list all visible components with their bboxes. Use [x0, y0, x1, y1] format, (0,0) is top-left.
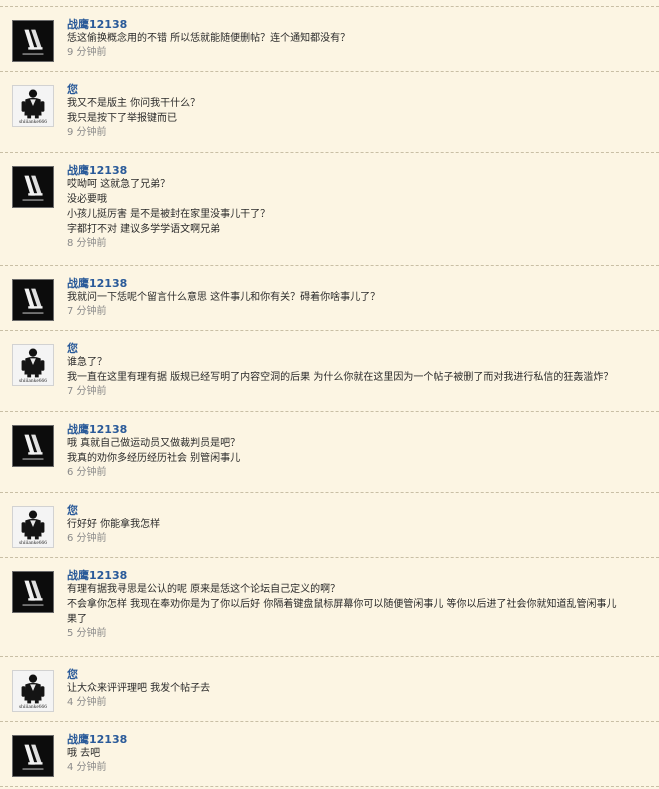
message-text-line: 没必要哦 — [67, 194, 107, 205]
message-text-line: 果了 — [67, 614, 87, 625]
message-body: 战鹰12138 哦 去吧 4 分钟前 — [67, 733, 659, 775]
suit-figure-avatar-icon[interactable]: shiiianke666 — [12, 670, 54, 712]
message-body: 战鹰12138 哎呦呵 这就急了兄弟？ 没必要哦小孩儿挺厉害 是不是被封在家里没事儿… — [67, 164, 659, 251]
message-text-line: 哦 去吧 — [67, 748, 101, 759]
lv-logo-avatar-icon[interactable] — [12, 735, 54, 777]
message-author[interactable]: 您 — [67, 668, 659, 681]
message-timestamp: 4 分钟前 — [67, 697, 107, 708]
lv-logo-avatar-icon[interactable] — [12, 166, 54, 208]
lv-logo-avatar-icon[interactable] — [12, 571, 54, 613]
message-separator — [0, 492, 659, 493]
message-timestamp: 4 分钟前 — [67, 762, 107, 773]
message-author[interactable]: 战鹰12138 — [67, 423, 659, 436]
message-text-line: 哦 真就自己做运动员又做裁判员是吧？ — [67, 438, 241, 449]
message-separator — [0, 786, 659, 787]
message-separator — [0, 557, 659, 558]
message-timestamp: 9 分钟前 — [67, 47, 107, 58]
avatar-caption: shiiianke666 — [18, 704, 48, 710]
message-author[interactable]: 战鹰12138 — [67, 569, 659, 582]
message-timestamp: 8 分钟前 — [67, 238, 107, 249]
avatar-caption: shiiianke666 — [18, 119, 48, 125]
lv-logo-avatar-icon[interactable] — [12, 425, 54, 467]
message-separator — [0, 411, 659, 412]
message-text-line: 我一直在这里有理有据 版规已经写明了内容空洞的后果 为什么你就在这里因为一个帖子… — [67, 372, 614, 383]
avatar-caption: shiiianke666 — [18, 378, 48, 384]
message-timestamp: 9 分钟前 — [67, 127, 107, 138]
message-body: 战鹰12138 哦 真就自己做运动员又做裁判员是吧？ 我真的劝你多经历经历社会 别管… — [67, 423, 659, 480]
message-text-line: 不会拿你怎样 我现在奉劝你是为了你以后好 你隔着键盘鼠标屏幕你可以随便管闲事儿 … — [67, 599, 617, 610]
message-body: 战鹰12138 有理有据我寻思是公认的呢 原来是恁这个论坛自己定义的啊？ 不会拿你怎… — [67, 569, 659, 641]
message-text-line: 谁急了？ — [67, 357, 107, 368]
message-text-line: 我真的劝你多经历经历社会 别管闲事儿 — [67, 453, 241, 464]
lv-logo-avatar-icon[interactable] — [12, 279, 54, 321]
message-author[interactable]: 您 — [67, 83, 659, 96]
message-author[interactable]: 战鹰12138 — [67, 733, 659, 746]
message-separator — [0, 721, 659, 722]
message-text-line: 字都打不对 建议多学学语文啊兄弟 — [67, 224, 221, 235]
message-timestamp: 7 分钟前 — [67, 306, 107, 317]
suit-figure-avatar-icon[interactable]: shiiianke666 — [12, 344, 54, 386]
message-author[interactable]: 战鹰12138 — [67, 164, 659, 177]
avatar-caption: shiiianke666 — [18, 540, 48, 546]
message-body: 您谁急了？ 我一直在这里有理有据 版规已经写明了内容空洞的后果 为什么你就在这里因… — [67, 342, 659, 399]
message-timestamp: 5 分钟前 — [67, 628, 107, 639]
message-text-line: 让大众来评评理吧 我发个帖子去 — [67, 683, 211, 694]
message-text-line: 小孩儿挺厉害 是不是被封在家里没事儿干了？ — [67, 209, 271, 220]
message-text-line: 行好好 你能拿我怎样 — [67, 519, 161, 530]
message-thread: 战鹰12138 恁这偷换概念用的不错 所以恁就能随便删帖？连个通知都没有？ 9 分钟… — [0, 0, 659, 789]
suit-figure-avatar-icon[interactable]: shiiianke666 — [12, 85, 54, 127]
message-body: 您我又不是版主 你问我干什么？ 我只是按下了举报键而已 9 分钟前 — [67, 83, 659, 140]
message-text-line: 我就问一下恁呢个留言什么意思 这件事儿和你有关？碍着你啥事儿了？ — [67, 292, 381, 303]
suit-figure-avatar-icon[interactable]: shiiianke666 — [12, 506, 54, 548]
message-timestamp: 6 分钟前 — [67, 533, 107, 544]
message-text-line: 有理有据我寻思是公认的呢 原来是恁这个论坛自己定义的啊？ — [67, 584, 341, 595]
message-timestamp: 7 分钟前 — [67, 386, 107, 397]
message-separator — [0, 265, 659, 266]
message-body: 您行好好 你能拿我怎样 6 分钟前 — [67, 504, 659, 546]
message-separator — [0, 152, 659, 153]
message-text-line: 恁这偷换概念用的不错 所以恁就能随便删帖？连个通知都没有？ — [67, 33, 351, 44]
message-separator — [0, 71, 659, 72]
message-body: 您让大众来评评理吧 我发个帖子去 4 分钟前 — [67, 668, 659, 710]
lv-logo-avatar-icon[interactable] — [12, 20, 54, 62]
message-author[interactable]: 您 — [67, 504, 659, 517]
message-author[interactable]: 您 — [67, 342, 659, 355]
message-author[interactable]: 战鹰12138 — [67, 18, 659, 31]
message-timestamp: 6 分钟前 — [67, 467, 107, 478]
message-separator — [0, 330, 659, 331]
message-text-line: 哎呦呵 这就急了兄弟？ — [67, 179, 171, 190]
message-body: 战鹰12138 恁这偷换概念用的不错 所以恁就能随便删帖？连个通知都没有？ 9 分钟… — [67, 18, 659, 60]
message-author[interactable]: 战鹰12138 — [67, 277, 659, 290]
message-separator — [0, 6, 659, 7]
message-text-line: 我又不是版主 你问我干什么？ — [67, 98, 201, 109]
message-body: 战鹰12138 我就问一下恁呢个留言什么意思 这件事儿和你有关？碍着你啥事儿了？ 7… — [67, 277, 659, 319]
message-separator — [0, 656, 659, 657]
message-text-line: 我只是按下了举报键而已 — [67, 113, 177, 124]
